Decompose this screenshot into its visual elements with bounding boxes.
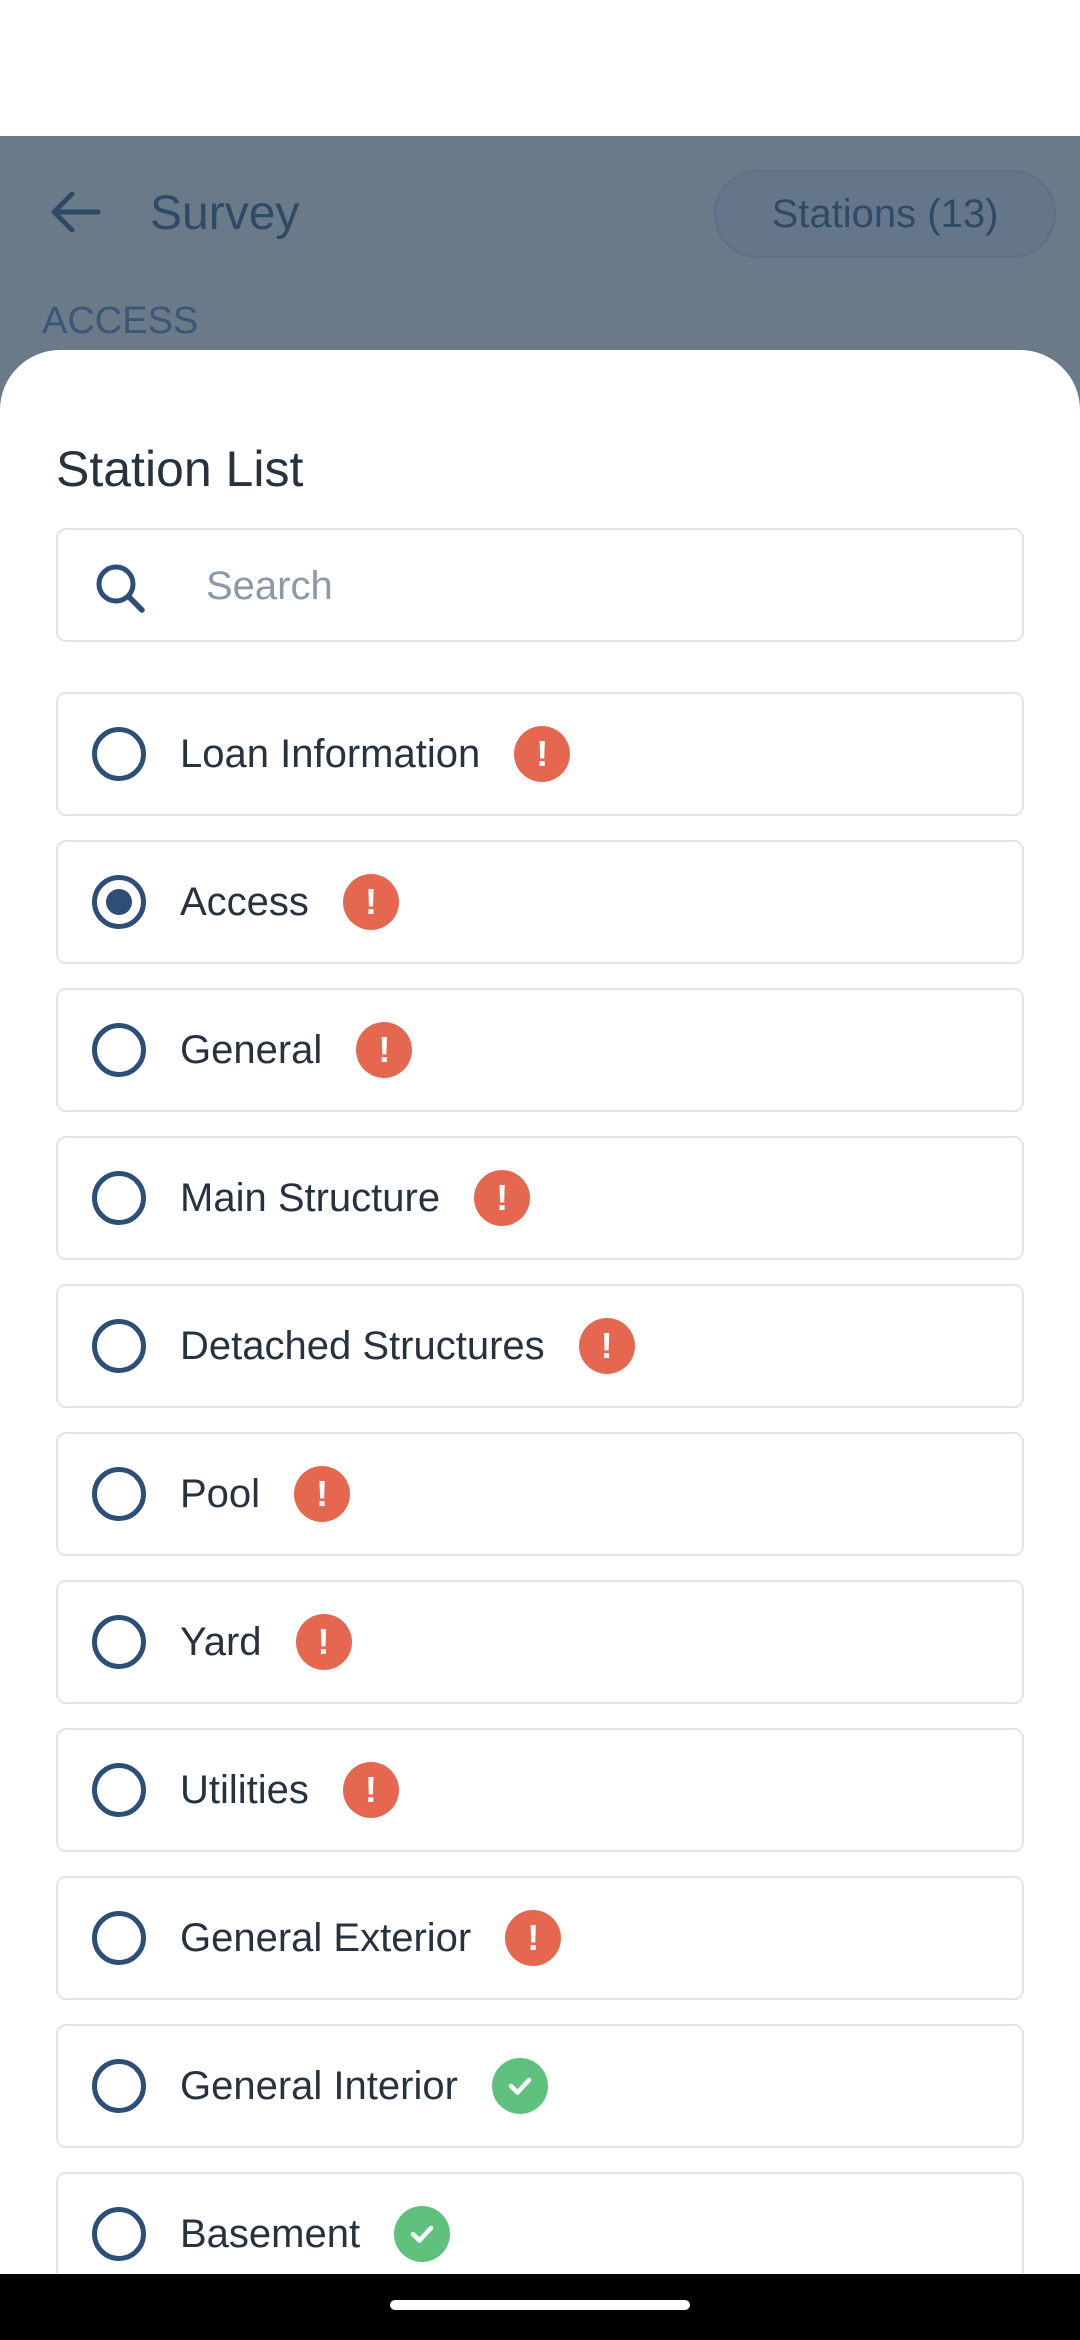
station-item[interactable]: General ! bbox=[56, 988, 1024, 1112]
station-label: Access bbox=[180, 879, 309, 924]
exclamation-icon: ! bbox=[514, 726, 571, 782]
radio-button[interactable] bbox=[92, 1171, 146, 1225]
home-indicator[interactable] bbox=[390, 2300, 690, 2310]
station-label: Utilities bbox=[180, 1767, 309, 1812]
station-item[interactable]: General Interior bbox=[56, 2024, 1024, 2148]
exclamation-icon: ! bbox=[578, 1318, 635, 1374]
station-item[interactable]: General Exterior ! bbox=[56, 1876, 1024, 2000]
radio-button[interactable] bbox=[92, 727, 146, 781]
page-title: Survey bbox=[150, 187, 300, 240]
station-item[interactable]: Detached Structures ! bbox=[56, 1284, 1024, 1408]
station-list-sheet: Station List Loan Information ! Access ! bbox=[0, 350, 1080, 2340]
stations-button[interactable]: Stations (13) bbox=[714, 170, 1056, 258]
search-input[interactable] bbox=[204, 530, 988, 642]
station-label: Pool bbox=[180, 1471, 261, 1516]
section-label: ACCESS bbox=[42, 300, 199, 342]
exclamation-icon: ! bbox=[295, 1614, 352, 1670]
radio-button[interactable] bbox=[92, 2207, 146, 2261]
radio-button[interactable] bbox=[92, 1467, 146, 1521]
station-item[interactable]: Loan Information ! bbox=[56, 692, 1024, 816]
station-label: Basement bbox=[180, 2211, 361, 2256]
radio-button[interactable] bbox=[92, 1023, 146, 1077]
sheet-title: Station List bbox=[56, 441, 304, 497]
station-item[interactable]: Access ! bbox=[56, 840, 1024, 964]
station-label: Detached Structures bbox=[180, 1323, 545, 1368]
radio-button[interactable] bbox=[92, 1319, 146, 1373]
station-item[interactable]: Main Structure ! bbox=[56, 1136, 1024, 1260]
radio-button[interactable] bbox=[92, 1763, 146, 1817]
exclamation-icon: ! bbox=[342, 1762, 399, 1818]
station-label: General Interior bbox=[180, 2063, 458, 2108]
station-list: Loan Information ! Access ! General ! Ma… bbox=[56, 692, 1024, 2320]
radio-button[interactable] bbox=[92, 2059, 146, 2113]
check-icon bbox=[491, 2058, 548, 2114]
radio-button[interactable] bbox=[92, 1615, 146, 1669]
check-icon bbox=[394, 2206, 451, 2262]
exclamation-icon: ! bbox=[294, 1466, 351, 1522]
station-label: General Exterior bbox=[180, 1915, 472, 1960]
status-bar bbox=[0, 0, 1080, 136]
station-item[interactable]: Yard ! bbox=[56, 1580, 1024, 1704]
radio-button[interactable] bbox=[92, 1911, 146, 1965]
station-item[interactable]: Utilities ! bbox=[56, 1728, 1024, 1852]
exclamation-icon: ! bbox=[342, 874, 399, 930]
station-label: Yard bbox=[180, 1619, 262, 1664]
search-icon bbox=[96, 564, 145, 613]
station-label: Loan Information bbox=[180, 731, 481, 776]
radio-button-selected[interactable] bbox=[92, 875, 146, 929]
station-label: General bbox=[180, 1027, 323, 1072]
exclamation-icon: ! bbox=[474, 1170, 531, 1226]
search-box[interactable] bbox=[56, 528, 1024, 642]
back-button[interactable] bbox=[44, 180, 108, 244]
station-label: Main Structure bbox=[180, 1175, 441, 1220]
exclamation-icon: ! bbox=[505, 1910, 562, 1966]
arrow-left-icon bbox=[51, 191, 101, 233]
station-item[interactable]: Pool ! bbox=[56, 1432, 1024, 1556]
exclamation-icon: ! bbox=[356, 1022, 413, 1078]
